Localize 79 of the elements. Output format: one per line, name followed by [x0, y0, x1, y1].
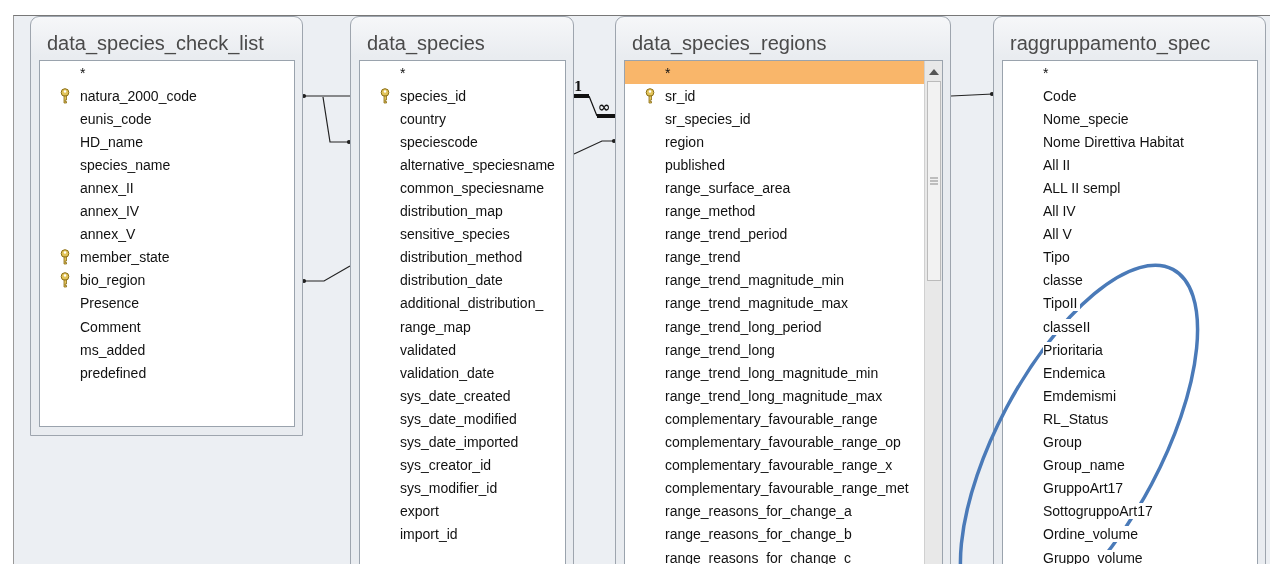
- field-name[interactable]: sys_date_modified: [400, 410, 519, 427]
- field-name[interactable]: published: [665, 156, 727, 173]
- table-title: data_species_check_list: [46, 31, 265, 57]
- field-name[interactable]: range_reasons_for_change_a: [665, 503, 854, 520]
- field-name[interactable]: speciescode: [400, 133, 480, 150]
- field-name[interactable]: Nome_specie: [1043, 110, 1131, 127]
- field-name[interactable]: distribution_map: [400, 203, 505, 220]
- field-name[interactable]: sensitive_species: [400, 226, 512, 243]
- relationship-line: [573, 138, 617, 155]
- relationship-line: [574, 94, 615, 118]
- field-name[interactable]: complementary_favourable_range_op: [665, 434, 903, 451]
- scrollbar-thumb[interactable]: [926, 81, 941, 281]
- field-name[interactable]: SottogruppoArt17: [1043, 503, 1155, 520]
- field-name[interactable]: sr_id: [665, 87, 698, 104]
- field-name[interactable]: Code: [1043, 87, 1079, 104]
- field-name[interactable]: range_trend: [665, 249, 743, 266]
- field-name[interactable]: common_speciesname: [400, 180, 546, 196]
- field-name[interactable]: annex_II: [80, 180, 136, 196]
- scrollbar[interactable]: [924, 61, 942, 564]
- field-name[interactable]: range_trend_long_magnitude_max: [665, 387, 885, 404]
- field-name[interactable]: distribution_date: [400, 272, 505, 289]
- field-name[interactable]: ms_added: [80, 341, 148, 358]
- field-name[interactable]: sys_date_imported: [400, 434, 521, 451]
- field-name[interactable]: import_id: [400, 526, 460, 543]
- relationship-line: [301, 265, 351, 284]
- field-name[interactable]: range_trend_long_period: [665, 318, 824, 335]
- field-name[interactable]: TipoII: [1043, 295, 1080, 312]
- field-name[interactable]: Tipo: [1043, 249, 1072, 266]
- field-name[interactable]: distribution_method: [400, 249, 525, 266]
- field-name[interactable]: range_trend_long: [665, 341, 777, 358]
- field-name[interactable]: complementary_favourable_range: [665, 410, 880, 427]
- table-title: data_species: [366, 31, 486, 57]
- field-name[interactable]: complementary_favourable_range_x: [665, 457, 895, 474]
- field-name[interactable]: annex_V: [80, 226, 138, 243]
- field-name[interactable]: member_state: [80, 249, 172, 266]
- scroll-up-arrow-icon[interactable]: [926, 67, 941, 77]
- field-name[interactable]: bio_region: [80, 272, 148, 289]
- field-name[interactable]: Group_name: [1043, 457, 1127, 474]
- field-name[interactable]: range_trend_long_magnitude_min: [665, 364, 881, 381]
- field-name[interactable]: range_trend_magnitude_min: [665, 272, 846, 289]
- field-name[interactable]: Nome Direttiva Habitat: [1043, 133, 1186, 150]
- field-name[interactable]: Group: [1043, 434, 1084, 451]
- field-name[interactable]: eunis_code: [80, 110, 154, 127]
- field-name[interactable]: validation_date: [400, 364, 497, 381]
- table-window[interactable]: data_species_check_list * natura_2000_code eunis_code HD_name species_name annex_II annex_IV annex_V member_state bio_region Presence Comment ms_added predefined: [30, 16, 303, 436]
- field-name[interactable]: additional_distribution_: [400, 295, 546, 312]
- field-name[interactable]: range_reasons_for_change_b: [665, 526, 854, 543]
- field-name[interactable]: species_id: [400, 87, 469, 104]
- field-name[interactable]: Emdemismi: [1043, 387, 1119, 404]
- field-name[interactable]: region: [665, 133, 706, 150]
- table-window[interactable]: [350, 16, 574, 564]
- field-name[interactable]: sys_creator_id: [400, 457, 494, 474]
- field-name[interactable]: annex_IV: [80, 203, 142, 220]
- field-name[interactable]: predefined: [80, 364, 149, 381]
- field-name[interactable]: export: [400, 503, 441, 520]
- field-name[interactable]: complementary_favourable_range_met: [665, 480, 911, 497]
- field-name[interactable]: GruppoArt17: [1043, 480, 1126, 497]
- cardinality-label: 1: [574, 80, 583, 94]
- field-name[interactable]: ALL II sempl: [1043, 180, 1123, 196]
- field-name[interactable]: Prioritaria: [1043, 341, 1105, 358]
- grip-icon: [928, 177, 939, 185]
- table-title: raggruppamento_spec: [1009, 31, 1212, 57]
- table-title: data_species_regions: [631, 31, 828, 57]
- field-name[interactable]: range_surface_area: [665, 180, 793, 196]
- relationship-line: [950, 91, 995, 97]
- field-name[interactable]: range_trend_magnitude_max: [665, 295, 850, 312]
- field-name[interactable]: species_name: [80, 156, 173, 173]
- field-name[interactable]: range_method: [665, 203, 758, 220]
- field-name[interactable]: Ordine_volume: [1043, 526, 1140, 543]
- field-name[interactable]: sr_species_id: [665, 110, 753, 127]
- field-name[interactable]: sys_date_created: [400, 387, 513, 404]
- field-name[interactable]: validated: [400, 341, 459, 358]
- field-name[interactable]: classeII: [1043, 318, 1093, 335]
- field-name[interactable]: sys_modifier_id: [400, 480, 500, 497]
- field-name[interactable]: range_trend_period: [665, 226, 790, 243]
- field-name[interactable]: alternative_speciesname: [400, 156, 557, 173]
- field-name[interactable]: Endemica: [1043, 364, 1108, 381]
- cardinality-label: ∞: [598, 98, 611, 116]
- field-name[interactable]: natura_2000_code: [80, 87, 199, 104]
